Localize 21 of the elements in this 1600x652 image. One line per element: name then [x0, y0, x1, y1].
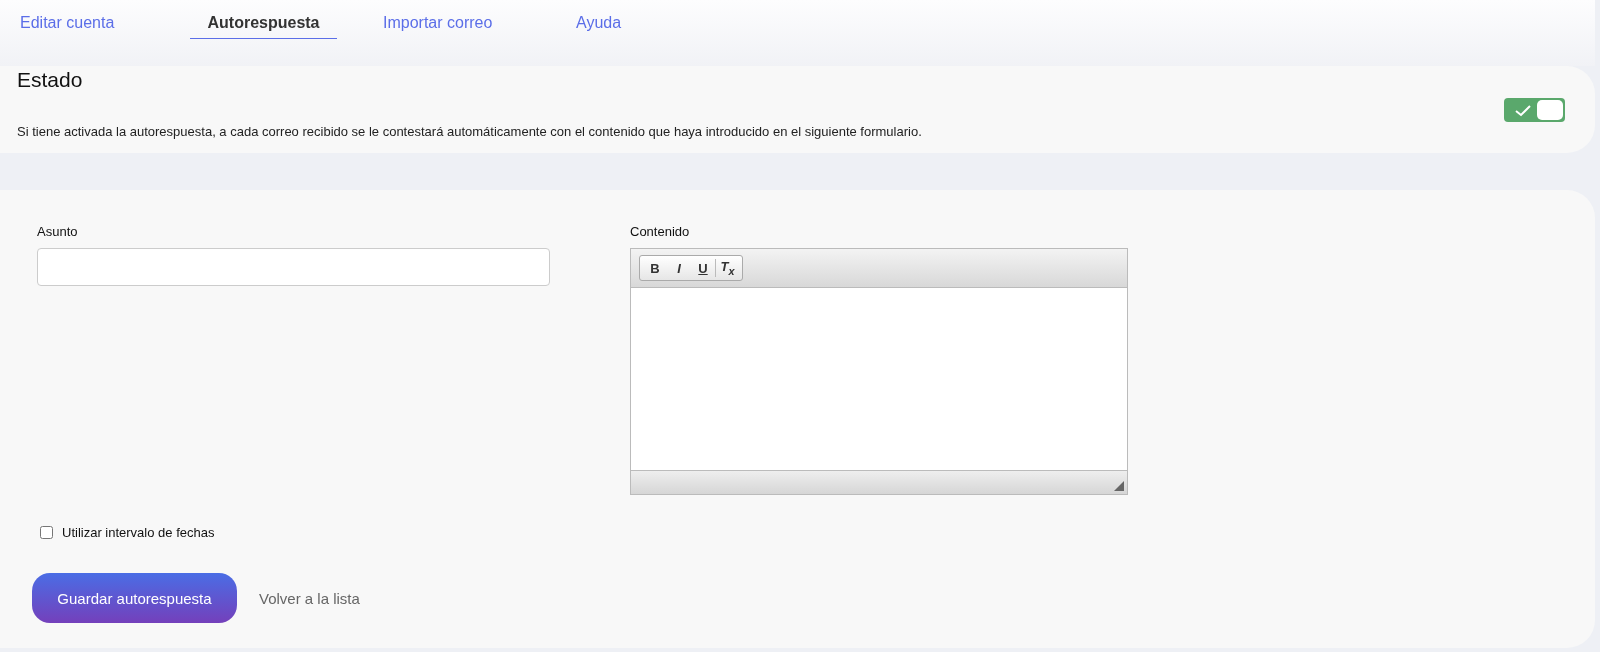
tab[interactable]: Ayuda	[576, 10, 622, 39]
tab[interactable]: Editar cuenta	[20, 10, 115, 39]
format-button[interactable]: B	[643, 260, 667, 276]
field-label: Asunto	[37, 224, 79, 239]
format-button[interactable]: T$_{x}$	[715, 259, 739, 277]
tab[interactable]: Importar correo	[383, 10, 493, 39]
subject-input[interactable]	[37, 248, 550, 286]
back-link[interactable]: Volver a la lista	[259, 589, 360, 607]
checkbox[interactable]	[40, 526, 53, 539]
field-label: Contenido	[630, 224, 691, 239]
section-title: Estado	[17, 67, 84, 92]
resize-handle-icon[interactable]	[1114, 481, 1124, 491]
checkbox-label: Utilizar intervalo de fechas	[62, 525, 215, 540]
rich-text-editor[interactable]: B I U T$_{x}$	[630, 248, 1128, 495]
description-text: Si tiene activada la autorespuesta, a cada correo recibido se le contestará automáticamente con el contenido que haya introducido en el siguiente formulario.	[17, 124, 923, 141]
toggle-switch[interactable]	[1504, 97, 1565, 122]
format-button[interactable]: I	[667, 260, 691, 276]
check-icon	[1514, 103, 1532, 117]
save-button[interactable]: Guardar autorespuesta	[32, 573, 237, 623]
tab[interactable]: Autorespuesta	[190, 10, 337, 39]
format-button[interactable]: U	[691, 260, 715, 276]
